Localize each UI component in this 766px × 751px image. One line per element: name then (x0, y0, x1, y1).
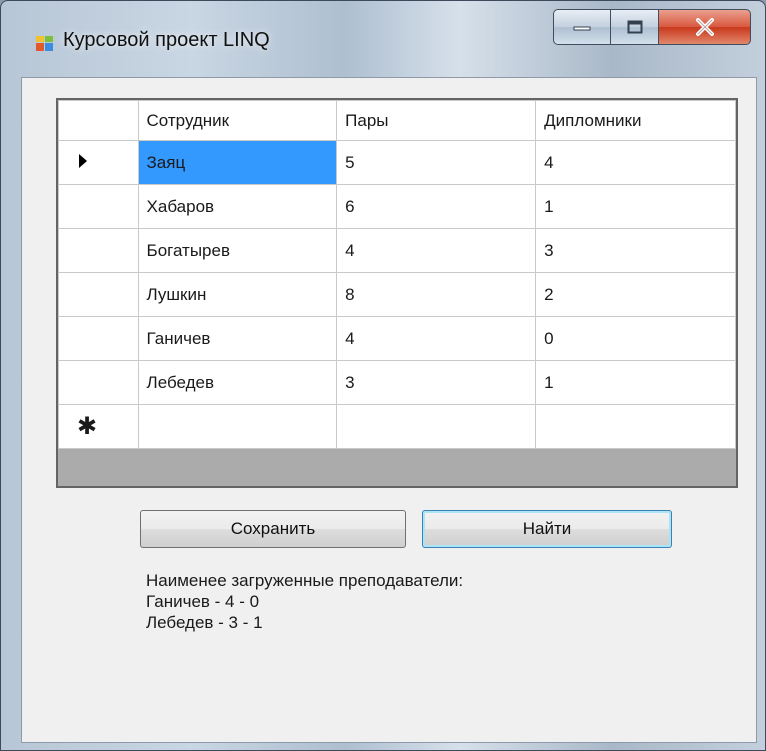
cell-pairs[interactable]: 5 (336, 140, 537, 185)
row-header[interactable] (58, 272, 139, 317)
row-header[interactable] (58, 360, 139, 405)
table-row[interactable]: Лушкин 8 2 (58, 272, 736, 317)
result-line: Лебедев - 3 - 1 (146, 613, 263, 632)
cell-pairs[interactable]: 6 (336, 184, 537, 229)
column-header-pairs[interactable]: Пары (336, 100, 537, 141)
winforms-app-icon (36, 36, 53, 51)
cell-employee[interactable]: Заяц (137, 140, 338, 185)
cell-employee[interactable]: Хабаров (137, 184, 338, 229)
employees-data-grid[interactable]: Сотрудник Пары Дипломники Заяц 5 4 Хабар (56, 98, 738, 488)
minimize-button[interactable] (553, 9, 611, 45)
cell-employee[interactable]: Лебедев (137, 360, 338, 405)
new-row-asterisk-icon: ✱ (77, 413, 98, 440)
cell-employee[interactable]: Богатырев (137, 228, 338, 273)
column-header-employee[interactable]: Сотрудник (137, 100, 338, 141)
column-header-graduates[interactable]: Дипломники (535, 100, 736, 141)
window-title: Курсовой проект LINQ (63, 29, 270, 51)
current-row-arrow-icon (79, 153, 87, 168)
table-row[interactable]: Заяц 5 4 (58, 140, 736, 185)
save-button[interactable]: Сохранить (140, 510, 406, 548)
maximize-button[interactable] (611, 9, 659, 45)
find-button[interactable]: Найти (422, 510, 672, 548)
result-line: Ганичев - 4 - 0 (146, 592, 260, 611)
table-row[interactable]: Богатырев 4 3 (58, 228, 736, 273)
cell-employee[interactable]: Лушкин (137, 272, 338, 317)
grid-table: Сотрудник Пары Дипломники Заяц 5 4 Хабар (58, 100, 736, 449)
result-heading: Наименее загруженные преподаватели: (146, 571, 464, 590)
cell-graduates[interactable]: 0 (535, 316, 736, 361)
cell-pairs[interactable]: 4 (336, 228, 537, 273)
maximize-icon (627, 20, 642, 34)
row-header-current[interactable] (58, 140, 139, 185)
cell-graduates[interactable]: 4 (535, 140, 736, 185)
main-window: Курсовой проект LINQ Сотрудник Пары Дипл… (0, 0, 766, 751)
cell-graduates[interactable]: 1 (535, 184, 736, 229)
cell-pairs[interactable]: 8 (336, 272, 537, 317)
cell-graduates[interactable]: 1 (535, 360, 736, 405)
close-button[interactable] (659, 9, 751, 45)
caption-buttons (553, 9, 751, 47)
row-header-new[interactable]: ✱ (58, 404, 139, 449)
row-header[interactable] (58, 316, 139, 361)
cell-pairs[interactable]: 3 (336, 360, 537, 405)
minimize-icon (573, 26, 591, 31)
cell-new-employee[interactable] (137, 404, 338, 449)
close-icon (695, 18, 714, 36)
new-row[interactable]: ✱ (58, 404, 736, 449)
table-row[interactable]: Лебедев 3 1 (58, 360, 736, 405)
result-label: Наименее загруженные преподаватели: Гани… (146, 570, 463, 633)
table-row[interactable]: Ганичев 4 0 (58, 316, 736, 361)
cell-pairs[interactable]: 4 (336, 316, 537, 361)
table-row[interactable]: Хабаров 6 1 (58, 184, 736, 229)
cell-new-graduates[interactable] (535, 404, 736, 449)
title-bar[interactable]: Курсовой проект LINQ (1, 1, 765, 77)
cell-employee[interactable]: Ганичев (137, 316, 338, 361)
row-header[interactable] (58, 228, 139, 273)
row-header-corner[interactable] (58, 100, 139, 141)
cell-graduates[interactable]: 3 (535, 228, 736, 273)
cell-graduates[interactable]: 2 (535, 272, 736, 317)
grid-header-row: Сотрудник Пары Дипломники (58, 100, 736, 141)
cell-new-pairs[interactable] (336, 404, 537, 449)
row-header[interactable] (58, 184, 139, 229)
form-client-area: Сотрудник Пары Дипломники Заяц 5 4 Хабар (21, 77, 757, 743)
